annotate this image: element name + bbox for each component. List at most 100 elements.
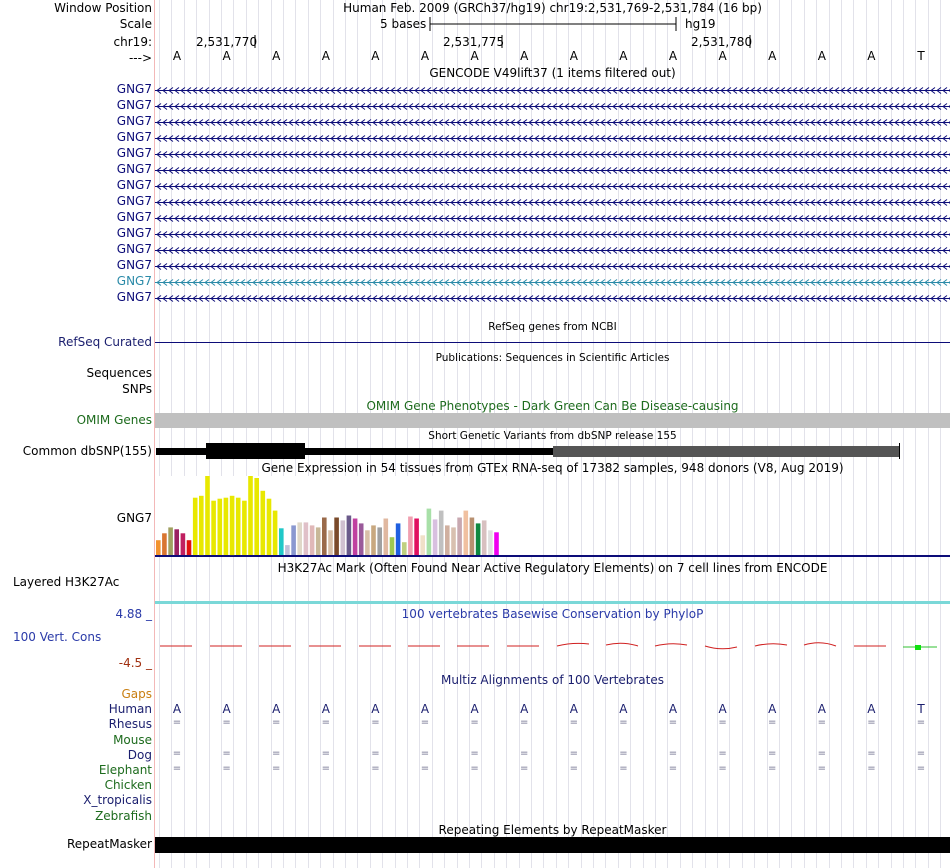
gencode-transcript[interactable]: [155, 213, 950, 224]
gtex-tissue-bar[interactable]: [328, 530, 333, 555]
gtex-tissue-bar[interactable]: [469, 517, 475, 556]
species-label-dog[interactable]: Dog: [128, 748, 152, 763]
gencode-gene-label[interactable]: GNG7: [117, 226, 152, 241]
gtex-tissue-bar[interactable]: [272, 510, 278, 555]
gtex-tissue-bar[interactable]: [235, 497, 241, 555]
h3k27ac-signal[interactable]: [155, 601, 950, 604]
omim-track-label[interactable]: OMIM Genes: [77, 413, 152, 428]
species-label-mouse[interactable]: Mouse: [113, 733, 152, 748]
gencode-transcript[interactable]: [155, 181, 950, 192]
sequences-track-label[interactable]: Sequences: [87, 366, 152, 381]
refseq-gene-line[interactable]: [155, 342, 950, 343]
gtex-tissue-bar[interactable]: [389, 537, 395, 555]
gtex-tissue-bar[interactable]: [365, 530, 370, 555]
gtex-tissue-bar[interactable]: [408, 516, 413, 556]
gtex-tissue-bar[interactable]: [309, 525, 315, 555]
gtex-tissue-bar[interactable]: [266, 498, 272, 555]
gtex-tissue-bar[interactable]: [156, 540, 161, 555]
repeatmasker-element[interactable]: [155, 837, 950, 853]
gencode-gene-label[interactable]: GNG7: [117, 162, 152, 177]
gtex-tissue-bar[interactable]: [192, 497, 198, 555]
gtex-tissue-bar[interactable]: [291, 525, 296, 555]
gtex-tissue-bar[interactable]: [211, 500, 216, 555]
gtex-tissue-bar[interactable]: [229, 495, 235, 556]
dbsnp-track-label[interactable]: Common dbSNP(155): [23, 444, 152, 459]
gtex-tissue-bar[interactable]: [315, 527, 321, 555]
gtex-tissue-bar[interactable]: [199, 495, 204, 556]
track-area[interactable]: Human Feb. 2009 (GRCh37/hg19) chr19:2,53…: [155, 0, 950, 868]
gencode-gene-label[interactable]: GNG7: [117, 130, 152, 145]
gtex-tissue-bar[interactable]: [162, 533, 167, 555]
gtex-tissue-bar[interactable]: [383, 518, 389, 556]
gencode-transcript[interactable]: [155, 101, 950, 112]
species-label-rhesus[interactable]: Rhesus: [109, 717, 152, 732]
dbsnp-variant-gray[interactable]: [553, 446, 900, 457]
dbsnp-variant-thick[interactable]: [206, 443, 305, 459]
gencode-gene-label[interactable]: GNG7: [117, 146, 152, 161]
gtex-tissue-bar[interactable]: [432, 519, 438, 555]
gtex-tissue-bar[interactable]: [248, 476, 253, 555]
gtex-tissue-bar[interactable]: [223, 497, 229, 555]
gtex-tissue-bar[interactable]: [402, 542, 407, 555]
gtex-tissue-bar[interactable]: [475, 523, 481, 555]
gencode-transcript[interactable]: [155, 261, 950, 272]
gencode-transcript[interactable]: [155, 165, 950, 176]
gencode-transcript[interactable]: [155, 197, 950, 208]
gencode-gene-label[interactable]: GNG7: [117, 290, 152, 305]
cons-track-label[interactable]: 100 Vert. Cons: [13, 630, 101, 645]
gtex-tissue-bar[interactable]: [340, 520, 346, 555]
species-label-zebrafish[interactable]: Zebrafish: [95, 809, 152, 824]
species-label-x_tropicalis[interactable]: X_tropicalis: [83, 793, 152, 808]
gtex-tissue-bar[interactable]: [322, 517, 327, 556]
gtex-tissue-bar[interactable]: [168, 527, 173, 555]
gencode-gene-label[interactable]: GNG7: [117, 274, 152, 289]
gtex-bar-chart[interactable]: [155, 476, 950, 558]
gencode-transcript[interactable]: [155, 117, 950, 128]
gtex-tissue-bar[interactable]: [481, 520, 487, 555]
gencode-gene-label[interactable]: GNG7: [117, 82, 152, 97]
gtex-tissue-bar[interactable]: [445, 525, 450, 555]
gtex-tissue-bar[interactable]: [438, 510, 444, 555]
species-label-chicken[interactable]: Chicken: [105, 778, 152, 793]
gencode-gene-label[interactable]: GNG7: [117, 178, 152, 193]
gtex-tissue-bar[interactable]: [377, 527, 382, 555]
species-label-human[interactable]: Human: [109, 702, 152, 717]
gtex-tissue-bar[interactable]: [186, 540, 192, 555]
gtex-tissue-bar[interactable]: [371, 525, 376, 555]
gencode-transcript[interactable]: [155, 133, 950, 144]
gtex-tissue-bar[interactable]: [242, 500, 247, 555]
gtex-gene-label[interactable]: GNG7: [117, 511, 152, 526]
gtex-tissue-bar[interactable]: [463, 510, 469, 555]
gtex-tissue-bar[interactable]: [494, 532, 499, 555]
gtex-tissue-bar[interactable]: [488, 530, 493, 555]
gtex-tissue-bar[interactable]: [457, 517, 462, 556]
gtex-tissue-bar[interactable]: [279, 528, 284, 555]
gtex-tissue-bar[interactable]: [451, 527, 456, 555]
gencode-gene-label[interactable]: GNG7: [117, 242, 152, 257]
snps-track-label[interactable]: SNPs: [122, 382, 152, 397]
gtex-tissue-bar[interactable]: [217, 498, 223, 555]
gencode-transcript[interactable]: [155, 149, 950, 160]
gtex-tissue-bar[interactable]: [180, 533, 186, 555]
gtex-tissue-bar[interactable]: [254, 478, 259, 555]
h3k27ac-track-label[interactable]: Layered H3K27Ac: [13, 575, 119, 590]
gencode-gene-label[interactable]: GNG7: [117, 210, 152, 225]
gtex-tissue-bar[interactable]: [303, 522, 309, 555]
gtex-tissue-bar[interactable]: [352, 518, 358, 556]
gtex-tissue-bar[interactable]: [414, 518, 419, 556]
gencode-gene-label[interactable]: GNG7: [117, 258, 152, 273]
gencode-gene-label[interactable]: GNG7: [117, 114, 152, 129]
gencode-gene-label[interactable]: GNG7: [117, 98, 152, 113]
gtex-tissue-bar[interactable]: [426, 508, 432, 555]
gtex-tissue-bar[interactable]: [205, 476, 210, 555]
species-label-gaps[interactable]: Gaps: [121, 687, 152, 702]
gtex-tissue-bar[interactable]: [358, 523, 364, 555]
gtex-tissue-bar[interactable]: [334, 517, 339, 556]
gencode-gene-label[interactable]: GNG7: [117, 194, 152, 209]
gtex-tissue-bar[interactable]: [285, 545, 290, 555]
species-label-elephant[interactable]: Elephant: [99, 763, 152, 778]
gtex-tissue-bar[interactable]: [420, 535, 425, 556]
gencode-transcript[interactable]: [155, 277, 950, 288]
gencode-transcript[interactable]: [155, 229, 950, 240]
repeatmasker-track-label[interactable]: RepeatMasker: [67, 837, 152, 852]
